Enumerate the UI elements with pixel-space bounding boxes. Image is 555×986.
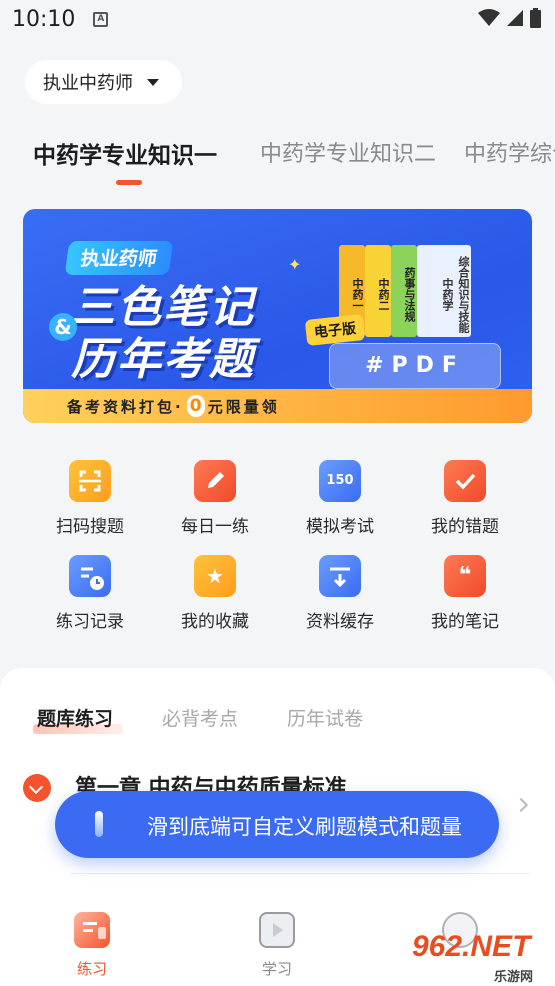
star-icon: ✦: [288, 255, 302, 274]
watermark-logo: 962.NET 乐游网: [412, 930, 552, 985]
cert-selector[interactable]: 执业中药师: [25, 60, 182, 104]
grid-label-scan: 扫码搜题: [56, 517, 124, 537]
download-icon: [319, 555, 361, 597]
watermark-main: 962.NET: [412, 930, 531, 963]
practice-icon: [74, 912, 110, 948]
banner-title-line2: 历年考题: [71, 334, 255, 385]
cert-selector-label: 执业中药师: [43, 73, 133, 94]
banner-strip: 备考资料打包· 0 元限量领: [23, 389, 532, 423]
grid-item-exam[interactable]: 150 模拟考试: [290, 460, 390, 540]
nav-label-practice: 练习: [76, 960, 107, 978]
grid-label-mistakes: 我的错题: [431, 517, 499, 537]
caret-down-icon: [147, 78, 159, 86]
notes-icon: ❝: [444, 555, 486, 597]
row-divider: [70, 873, 530, 874]
grid-label-record: 练习记录: [56, 612, 124, 632]
favorite-icon: ★: [194, 555, 236, 597]
tab-subject-2[interactable]: 中药学专业知识二: [260, 136, 436, 168]
grid-item-mistakes[interactable]: 我的错题: [415, 460, 515, 540]
notification-icon: A: [93, 11, 109, 27]
study-icon: [259, 912, 295, 948]
grid-item-record[interactable]: 练习记录: [40, 555, 140, 635]
banner-strip-suffix: 元限量领: [207, 397, 280, 416]
exam-icon: 150: [319, 460, 361, 502]
grid-item-download[interactable]: 资料缓存: [290, 555, 390, 635]
active-tab-indicator: [116, 180, 142, 185]
battery-icon: [530, 8, 541, 28]
grid-label-favorite: 我的收藏: [181, 612, 249, 632]
signal-icon: [507, 10, 523, 26]
grid-item-scan[interactable]: 扫码搜题: [40, 460, 140, 540]
grid-item-notes[interactable]: ❝ 我的笔记: [415, 555, 515, 635]
grid-label-exam: 模拟考试: [306, 517, 374, 537]
exam-icon-text: 150: [326, 473, 354, 488]
banner-badge: 执业药师: [64, 241, 174, 275]
hint-toast: 滑到底端可自定义刷题模式和题量: [55, 791, 499, 858]
subject-tabs: 中药学专业知识一 中药学专业知识二 中药学综合: [0, 136, 555, 186]
mistakes-icon: [444, 460, 486, 502]
chevron-down-icon[interactable]: [23, 774, 51, 802]
tab-question-bank[interactable]: 题库练习: [37, 704, 113, 731]
promo-banner[interactable]: 执业药师 ✦ 三色笔记 & 历年考题 中药一 中药二 药事与法规 综合知识与技能…: [23, 209, 532, 423]
grid-label-download: 资料缓存: [306, 612, 374, 632]
toast-indicator-icon: [95, 811, 103, 837]
banner-strip-prefix: 备考资料打包·: [67, 397, 184, 416]
scan-icon: [69, 460, 111, 502]
grid-item-daily[interactable]: 每日一练: [165, 460, 265, 540]
toast-text: 滑到底端可自定义刷题模式和题量: [147, 815, 462, 839]
pdf-label: #PDF: [329, 343, 501, 389]
nav-label-study: 学习: [261, 960, 292, 978]
status-time: 10:10: [12, 6, 76, 32]
status-bar: 10:10 A: [0, 0, 555, 38]
banner-strip-zero: 0: [186, 395, 205, 417]
tab-subject-3[interactable]: 中药学综合: [464, 136, 555, 168]
record-icon: [69, 555, 111, 597]
book-4: 综合知识与技能 中药学: [417, 245, 471, 337]
grid-item-favorite[interactable]: ★ 我的收藏: [165, 555, 265, 635]
tab-past-papers[interactable]: 历年试卷: [287, 704, 363, 731]
book-3: 药事与法规: [391, 245, 417, 337]
wifi-icon: [478, 9, 500, 26]
book-2: 中药二: [365, 245, 391, 337]
grid-label-daily: 每日一练: [181, 517, 249, 537]
tab-key-points[interactable]: 必背考点: [162, 704, 238, 731]
tab-subject-1[interactable]: 中药学专业知识一: [33, 136, 217, 170]
status-icons: [478, 8, 541, 28]
daily-icon: [194, 460, 236, 502]
grid-label-notes: 我的笔记: [431, 612, 499, 632]
watermark-sub: 乐游网: [494, 970, 534, 985]
